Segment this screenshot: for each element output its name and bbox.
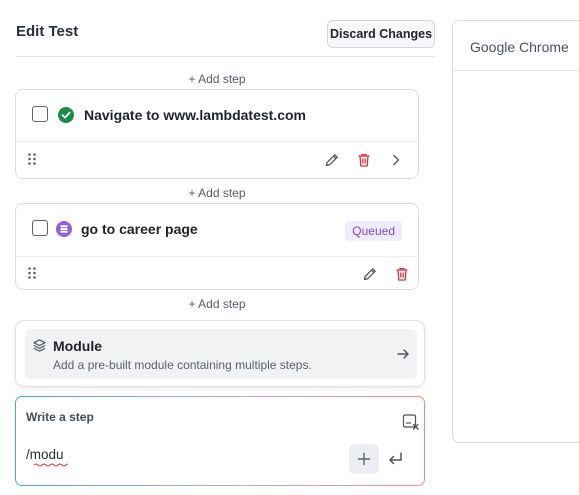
step-card-header: Navigate to www.lambdatest.com: [16, 90, 418, 142]
step-checkbox[interactable]: [32, 106, 48, 122]
step-composer: Write a step: [15, 396, 425, 486]
status-badge: Queued: [345, 221, 402, 241]
arrow-right-icon: [397, 349, 409, 359]
discard-changes-button[interactable]: Discard Changes: [327, 20, 435, 48]
add-step-link[interactable]: + Add step: [0, 72, 434, 86]
delete-icon[interactable]: [393, 265, 411, 283]
module-option[interactable]: Module Add a pre-built module containing…: [25, 329, 417, 379]
plus-icon: [357, 452, 371, 466]
page-title: Edit Test: [16, 23, 79, 40]
add-button[interactable]: [349, 444, 379, 474]
step-text: go to career page: [81, 221, 198, 237]
module-description: Add a pre-built module containing multip…: [53, 358, 312, 372]
queued-stack-icon: [56, 221, 72, 237]
browser-title: Google Chrome: [470, 39, 569, 55]
delete-icon[interactable]: [355, 151, 373, 169]
module-suggestion-panel: Module Add a pre-built module containing…: [15, 320, 425, 387]
step-input[interactable]: [26, 447, 326, 462]
header-divider: [16, 56, 435, 57]
step-card-header: go to career page Queued: [16, 204, 418, 257]
composer-label: Write a step: [26, 410, 94, 424]
edit-icon[interactable]: [361, 265, 379, 283]
browser-tab-bar: Google Chrome: [453, 21, 579, 71]
step-card: go to career page Queued: [15, 203, 419, 290]
drag-handle-icon[interactable]: [27, 152, 37, 166]
module-title: Module: [53, 338, 102, 354]
clear-input-icon[interactable]: [402, 413, 420, 431]
step-card-footer: [16, 142, 418, 178]
browser-preview-panel: Google Chrome: [452, 20, 579, 443]
chevron-right-icon[interactable]: [387, 151, 405, 169]
spellcheck-underline: [34, 463, 68, 467]
check-circle-icon: [58, 107, 74, 123]
enter-icon[interactable]: [386, 450, 404, 468]
step-checkbox[interactable]: [32, 220, 48, 236]
add-step-link[interactable]: + Add step: [0, 186, 434, 200]
drag-handle-icon[interactable]: [27, 266, 37, 280]
step-card-footer: [16, 257, 418, 290]
step-text: Navigate to www.lambdatest.com: [84, 107, 306, 123]
edit-icon[interactable]: [323, 151, 341, 169]
step-card: Navigate to www.lambdatest.com: [15, 89, 419, 179]
add-step-link[interactable]: + Add step: [0, 297, 434, 311]
layers-icon: [33, 339, 46, 352]
